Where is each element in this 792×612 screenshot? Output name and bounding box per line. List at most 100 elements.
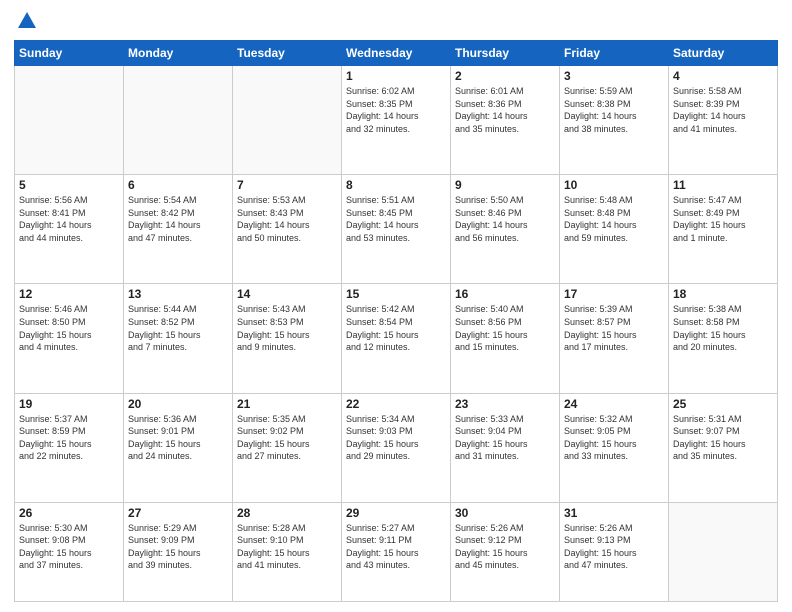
- calendar-cell: 22 Sunrise: 5:34 AM Sunset: 9:03 PM Dayli…: [342, 393, 451, 502]
- calendar-header-sunday: Sunday: [15, 41, 124, 66]
- day-info: Sunrise: 5:26 AM Sunset: 9:13 PM Dayligh…: [564, 522, 664, 572]
- day-info: Sunrise: 5:59 AM Sunset: 8:38 PM Dayligh…: [564, 85, 664, 135]
- day-number: 31: [564, 506, 664, 520]
- calendar-cell: 18 Sunrise: 5:38 AM Sunset: 8:58 PM Dayli…: [669, 284, 778, 393]
- day-info: Sunrise: 5:39 AM Sunset: 8:57 PM Dayligh…: [564, 303, 664, 353]
- calendar-cell: [15, 66, 124, 175]
- day-info: Sunrise: 5:43 AM Sunset: 8:53 PM Dayligh…: [237, 303, 337, 353]
- calendar-cell: 28 Sunrise: 5:28 AM Sunset: 9:10 PM Dayli…: [233, 502, 342, 601]
- day-info: Sunrise: 5:50 AM Sunset: 8:46 PM Dayligh…: [455, 194, 555, 244]
- day-info: Sunrise: 5:36 AM Sunset: 9:01 PM Dayligh…: [128, 413, 228, 463]
- day-number: 13: [128, 287, 228, 301]
- day-info: Sunrise: 5:44 AM Sunset: 8:52 PM Dayligh…: [128, 303, 228, 353]
- calendar-table: SundayMondayTuesdayWednesdayThursdayFrid…: [14, 40, 778, 602]
- day-number: 8: [346, 178, 446, 192]
- day-info: Sunrise: 5:30 AM Sunset: 9:08 PM Dayligh…: [19, 522, 119, 572]
- day-info: Sunrise: 5:53 AM Sunset: 8:43 PM Dayligh…: [237, 194, 337, 244]
- day-number: 27: [128, 506, 228, 520]
- day-number: 15: [346, 287, 446, 301]
- day-info: Sunrise: 5:54 AM Sunset: 8:42 PM Dayligh…: [128, 194, 228, 244]
- day-number: 21: [237, 397, 337, 411]
- day-number: 20: [128, 397, 228, 411]
- day-info: Sunrise: 5:28 AM Sunset: 9:10 PM Dayligh…: [237, 522, 337, 572]
- day-info: Sunrise: 5:51 AM Sunset: 8:45 PM Dayligh…: [346, 194, 446, 244]
- day-number: 17: [564, 287, 664, 301]
- day-number: 19: [19, 397, 119, 411]
- calendar-cell: [233, 66, 342, 175]
- day-info: Sunrise: 5:46 AM Sunset: 8:50 PM Dayligh…: [19, 303, 119, 353]
- calendar-cell: 13 Sunrise: 5:44 AM Sunset: 8:52 PM Dayli…: [124, 284, 233, 393]
- calendar-header-thursday: Thursday: [451, 41, 560, 66]
- calendar-header-tuesday: Tuesday: [233, 41, 342, 66]
- day-number: 4: [673, 69, 773, 83]
- calendar-cell: 6 Sunrise: 5:54 AM Sunset: 8:42 PM Daylig…: [124, 175, 233, 284]
- calendar-cell: 7 Sunrise: 5:53 AM Sunset: 8:43 PM Daylig…: [233, 175, 342, 284]
- day-info: Sunrise: 5:37 AM Sunset: 8:59 PM Dayligh…: [19, 413, 119, 463]
- day-number: 6: [128, 178, 228, 192]
- day-info: Sunrise: 5:48 AM Sunset: 8:48 PM Dayligh…: [564, 194, 664, 244]
- calendar-cell: [669, 502, 778, 601]
- calendar-cell: 30Sunrise: 5:26 AM Sunset: 9:12 PM Dayli…: [451, 502, 560, 601]
- calendar-cell: 19 Sunrise: 5:37 AM Sunset: 8:59 PM Dayli…: [15, 393, 124, 502]
- logo: [14, 10, 38, 32]
- logo-icon: [16, 10, 38, 32]
- day-number: 3: [564, 69, 664, 83]
- calendar-cell: 1Sunrise: 6:02 AM Sunset: 8:35 PM Daylig…: [342, 66, 451, 175]
- calendar-cell: 4 Sunrise: 5:58 AM Sunset: 8:39 PM Daylig…: [669, 66, 778, 175]
- calendar-header-row: SundayMondayTuesdayWednesdayThursdayFrid…: [15, 41, 778, 66]
- calendar-week-row: 1Sunrise: 6:02 AM Sunset: 8:35 PM Daylig…: [15, 66, 778, 175]
- day-number: 5: [19, 178, 119, 192]
- day-info: Sunrise: 5:34 AM Sunset: 9:03 PM Dayligh…: [346, 413, 446, 463]
- day-number: 26: [19, 506, 119, 520]
- calendar-cell: [124, 66, 233, 175]
- day-info: Sunrise: 5:31 AM Sunset: 9:07 PM Dayligh…: [673, 413, 773, 463]
- day-info: Sunrise: 5:40 AM Sunset: 8:56 PM Dayligh…: [455, 303, 555, 353]
- calendar-week-row: 5Sunrise: 5:56 AM Sunset: 8:41 PM Daylig…: [15, 175, 778, 284]
- calendar-cell: 12 Sunrise: 5:46 AM Sunset: 8:50 PM Dayli…: [15, 284, 124, 393]
- calendar-cell: 9 Sunrise: 5:50 AM Sunset: 8:46 PM Daylig…: [451, 175, 560, 284]
- day-number: 28: [237, 506, 337, 520]
- calendar-cell: 16Sunrise: 5:40 AM Sunset: 8:56 PM Dayli…: [451, 284, 560, 393]
- calendar-cell: 25 Sunrise: 5:31 AM Sunset: 9:07 PM Dayli…: [669, 393, 778, 502]
- day-number: 1: [346, 69, 446, 83]
- calendar-cell: 26 Sunrise: 5:30 AM Sunset: 9:08 PM Dayli…: [15, 502, 124, 601]
- day-info: Sunrise: 5:27 AM Sunset: 9:11 PM Dayligh…: [346, 522, 446, 572]
- calendar-cell: 29 Sunrise: 5:27 AM Sunset: 9:11 PM Dayli…: [342, 502, 451, 601]
- calendar-cell: 2 Sunrise: 6:01 AM Sunset: 8:36 PM Daylig…: [451, 66, 560, 175]
- day-info: Sunrise: 5:35 AM Sunset: 9:02 PM Dayligh…: [237, 413, 337, 463]
- calendar-week-row: 26 Sunrise: 5:30 AM Sunset: 9:08 PM Dayli…: [15, 502, 778, 601]
- header: [14, 10, 778, 32]
- calendar-cell: 15 Sunrise: 5:42 AM Sunset: 8:54 PM Dayli…: [342, 284, 451, 393]
- calendar-week-row: 19 Sunrise: 5:37 AM Sunset: 8:59 PM Dayli…: [15, 393, 778, 502]
- day-info: Sunrise: 5:47 AM Sunset: 8:49 PM Dayligh…: [673, 194, 773, 244]
- day-number: 18: [673, 287, 773, 301]
- day-info: Sunrise: 5:42 AM Sunset: 8:54 PM Dayligh…: [346, 303, 446, 353]
- day-number: 12: [19, 287, 119, 301]
- day-info: Sunrise: 5:58 AM Sunset: 8:39 PM Dayligh…: [673, 85, 773, 135]
- calendar-cell: 23Sunrise: 5:33 AM Sunset: 9:04 PM Dayli…: [451, 393, 560, 502]
- calendar-cell: 24Sunrise: 5:32 AM Sunset: 9:05 PM Dayli…: [560, 393, 669, 502]
- day-info: Sunrise: 6:01 AM Sunset: 8:36 PM Dayligh…: [455, 85, 555, 135]
- day-number: 10: [564, 178, 664, 192]
- day-info: Sunrise: 5:33 AM Sunset: 9:04 PM Dayligh…: [455, 413, 555, 463]
- calendar-cell: 17 Sunrise: 5:39 AM Sunset: 8:57 PM Dayli…: [560, 284, 669, 393]
- calendar-cell: 27 Sunrise: 5:29 AM Sunset: 9:09 PM Dayli…: [124, 502, 233, 601]
- calendar-cell: 20 Sunrise: 5:36 AM Sunset: 9:01 PM Dayli…: [124, 393, 233, 502]
- calendar-cell: 14 Sunrise: 5:43 AM Sunset: 8:53 PM Dayli…: [233, 284, 342, 393]
- day-number: 7: [237, 178, 337, 192]
- day-number: 9: [455, 178, 555, 192]
- day-info: Sunrise: 5:29 AM Sunset: 9:09 PM Dayligh…: [128, 522, 228, 572]
- calendar-cell: 5Sunrise: 5:56 AM Sunset: 8:41 PM Daylig…: [15, 175, 124, 284]
- calendar-cell: 3 Sunrise: 5:59 AM Sunset: 8:38 PM Daylig…: [560, 66, 669, 175]
- day-number: 14: [237, 287, 337, 301]
- day-number: 2: [455, 69, 555, 83]
- day-number: 29: [346, 506, 446, 520]
- day-number: 11: [673, 178, 773, 192]
- day-info: Sunrise: 5:38 AM Sunset: 8:58 PM Dayligh…: [673, 303, 773, 353]
- day-info: Sunrise: 5:26 AM Sunset: 9:12 PM Dayligh…: [455, 522, 555, 572]
- calendar-header-friday: Friday: [560, 41, 669, 66]
- calendar-header-saturday: Saturday: [669, 41, 778, 66]
- day-number: 25: [673, 397, 773, 411]
- day-number: 22: [346, 397, 446, 411]
- calendar-week-row: 12 Sunrise: 5:46 AM Sunset: 8:50 PM Dayli…: [15, 284, 778, 393]
